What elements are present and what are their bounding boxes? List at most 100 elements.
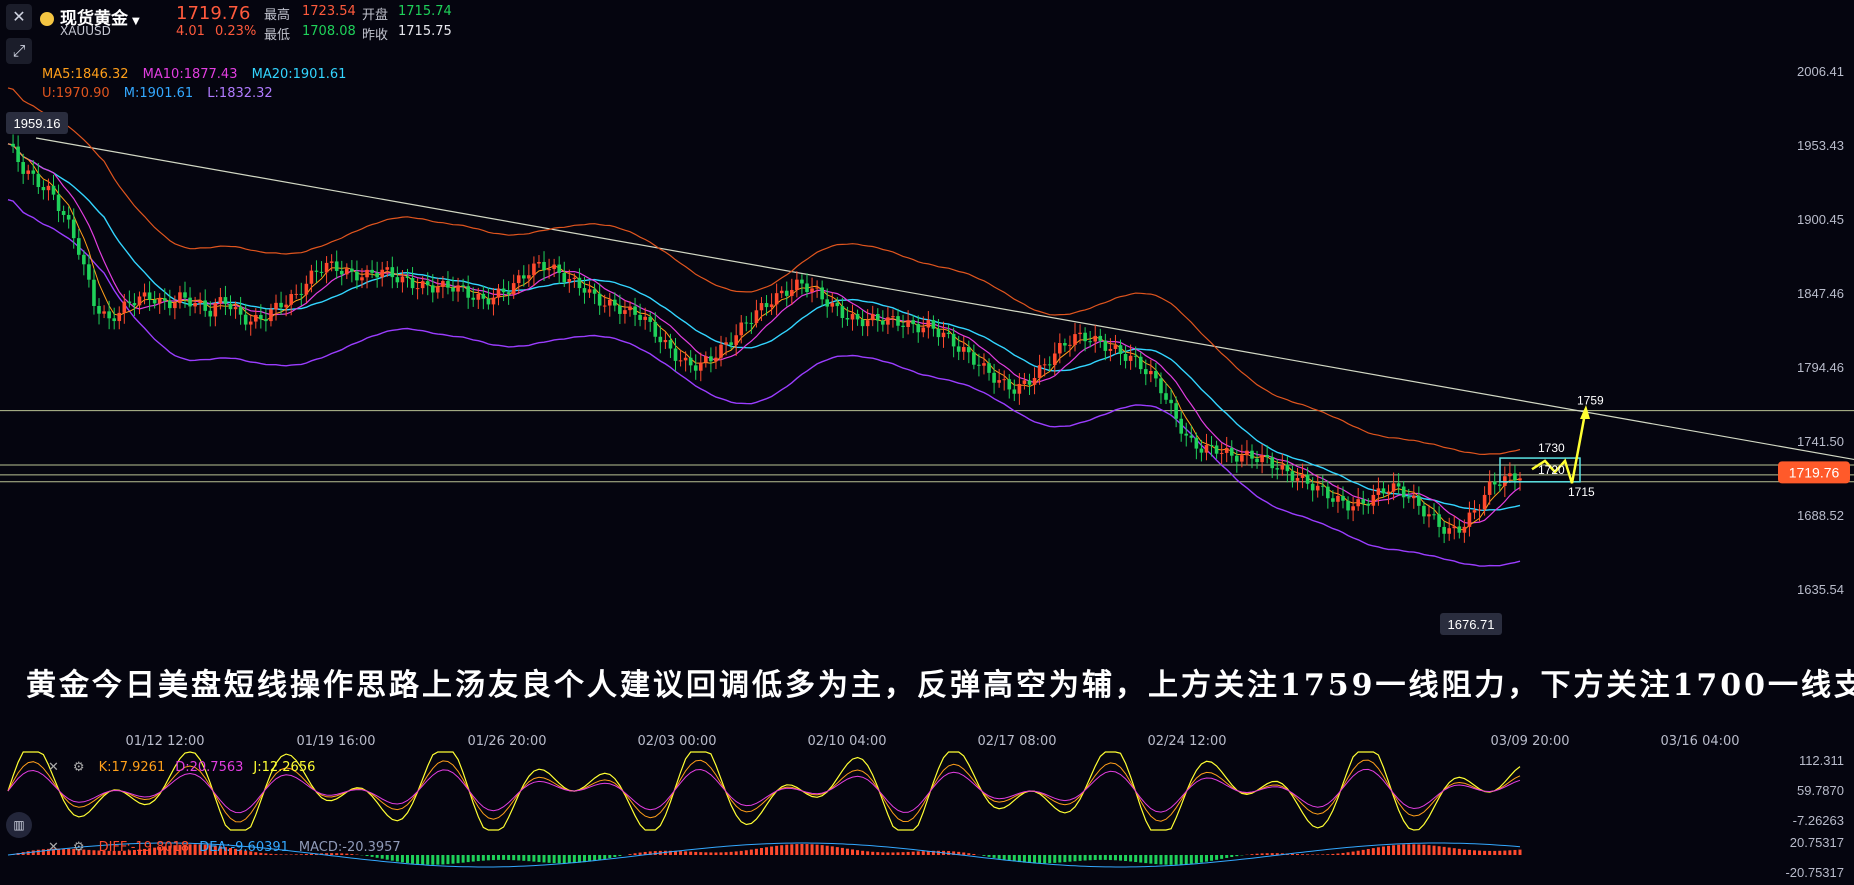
- candle-body: [1224, 447, 1229, 453]
- candle-body: [582, 288, 587, 293]
- macd-bar: [754, 848, 758, 855]
- candle-body: [911, 320, 915, 325]
- macd-bar: [385, 855, 389, 860]
- macd-bar: [557, 855, 561, 864]
- candle-body: [1422, 505, 1426, 517]
- candle-body: [1063, 343, 1067, 346]
- macd-bar: [1129, 855, 1133, 862]
- candle-body: [1164, 393, 1168, 400]
- macd-bar: [866, 851, 870, 855]
- close-icon[interactable]: ✕: [6, 4, 32, 30]
- macd-legend[interactable]: ✕ ⚙ DIFF:-19.8018 DEA:-9.60391 MACD:-20.3957: [48, 840, 411, 855]
- candle-body: [71, 219, 76, 239]
- macd-bar: [421, 855, 425, 865]
- macd-bar: [734, 851, 738, 855]
- macd-bar: [911, 851, 915, 855]
- price-chart[interactable]: 1959.16 1676.71 1719.76 1759 1730 17201715 20…: [0, 0, 1854, 885]
- macd-value-label: MACD:-20.3957: [298, 840, 401, 855]
- boll-legend[interactable]: U:1970.90 M:1901.61 L:1832.32: [42, 86, 283, 101]
- candle-body: [916, 324, 921, 333]
- macd-bar: [1478, 850, 1482, 855]
- candle-body: [1467, 512, 1472, 527]
- ma20-line: [7, 143, 1521, 512]
- chart-settings-icon[interactable]: ▥: [6, 812, 32, 838]
- candle-body: [1052, 353, 1057, 366]
- kdj-legend[interactable]: ✕ ⚙ K:17.9261 D:20.7563 J:12.2656: [48, 760, 325, 775]
- macd-bar: [825, 845, 829, 855]
- candle-body: [142, 292, 147, 297]
- candle-body: [87, 264, 91, 280]
- macd-bar: [1144, 855, 1148, 864]
- candle-body: [1083, 332, 1087, 342]
- candle-body: [951, 333, 956, 347]
- macd-bar: [1336, 853, 1340, 855]
- candle-body: [835, 302, 840, 307]
- candle-body: [147, 292, 152, 300]
- macd-bar: [916, 851, 920, 855]
- macd-bar: [537, 855, 541, 863]
- candle-body: [1437, 514, 1441, 527]
- current-price-label: 1719.76: [1789, 464, 1840, 480]
- ma10-label: MA10:1877.43: [142, 67, 238, 82]
- candle-body: [380, 269, 385, 278]
- macd-bar: [1356, 850, 1360, 855]
- candle-body: [931, 320, 936, 329]
- macd-bar: [1058, 855, 1062, 863]
- candle-body: [1219, 452, 1224, 454]
- candle-body: [1361, 499, 1366, 504]
- macd-bar: [1513, 849, 1517, 855]
- candle-body: [572, 277, 577, 279]
- candle-body: [405, 276, 410, 279]
- gear-icon[interactable]: ⚙: [73, 760, 85, 775]
- macd-dea-label: DEA:-9.60391: [199, 840, 289, 855]
- candle-body: [451, 287, 455, 292]
- candle-body: [577, 277, 582, 289]
- gear-icon[interactable]: ⚙: [73, 840, 85, 855]
- macd-bar: [679, 851, 683, 855]
- y-tick-label: 1900.45: [1797, 212, 1844, 227]
- candle-body: [587, 289, 592, 293]
- macd-bar: [1407, 844, 1411, 855]
- candle-body: [1149, 370, 1153, 375]
- macd-bar: [1073, 855, 1077, 862]
- price-change-pct: 0.23%: [215, 24, 257, 39]
- macd-bar: [775, 845, 779, 855]
- candle-body: [749, 322, 754, 324]
- candle-body: [688, 357, 693, 366]
- prev-close-label: 昨收: [362, 28, 389, 43]
- macd-bar: [1270, 853, 1274, 855]
- candle-body: [1073, 334, 1077, 345]
- ma20-label: MA20:1901.61: [251, 67, 347, 82]
- candle-body: [1331, 498, 1335, 502]
- macd-bar: [906, 851, 910, 855]
- candle-body: [1487, 481, 1492, 495]
- close-icon[interactable]: ✕: [48, 760, 59, 775]
- candle-body: [977, 364, 981, 366]
- candle-body: [997, 380, 1001, 383]
- expand-icon[interactable]: ⤢: [6, 38, 32, 64]
- candle-body: [41, 187, 46, 191]
- candle-body: [1184, 433, 1189, 436]
- open-value: 1715.74: [398, 4, 452, 19]
- candle-body: [228, 303, 233, 310]
- x-tick-label: 03/16 04:00: [1660, 734, 1740, 749]
- candle-body: [567, 278, 572, 283]
- close-icon[interactable]: ✕: [48, 840, 59, 855]
- macd-bar: [1103, 855, 1107, 860]
- macd-bar: [1467, 849, 1471, 855]
- candle-body: [618, 305, 622, 314]
- candle-body: [319, 271, 324, 273]
- candle-body: [1235, 455, 1239, 462]
- candle-body: [845, 318, 850, 320]
- candle-body: [926, 320, 931, 328]
- chevron-down-icon[interactable]: ▼: [132, 16, 140, 27]
- candle-body: [1290, 471, 1295, 481]
- macd-bar: [1078, 855, 1082, 861]
- kdj-tick-label: 112.311: [1799, 753, 1844, 768]
- candle-body: [693, 365, 698, 371]
- candle-body: [870, 313, 875, 321]
- candle-body: [173, 303, 177, 309]
- macd-bar: [1518, 849, 1522, 855]
- macd-bar: [1124, 855, 1128, 862]
- ma-legend[interactable]: MA5:1846.32 MA10:1877.43 MA20:1901.61: [42, 67, 356, 82]
